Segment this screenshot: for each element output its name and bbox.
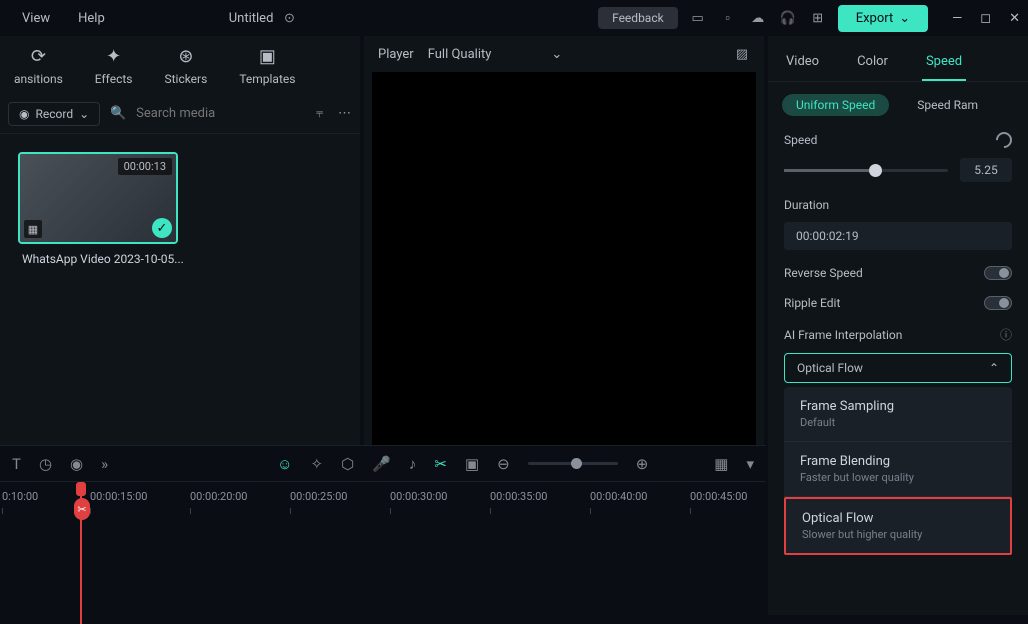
chevron-down-icon: ⌄ — [551, 47, 562, 62]
tl-tick: 00:00:30:00 — [390, 490, 447, 503]
duration-label: Duration — [784, 198, 829, 212]
tl-tick: 00:00:35:00 — [490, 490, 547, 503]
zoom-in-icon[interactable]: ⊕ — [636, 455, 649, 473]
headphones-icon[interactable]: 🎧 — [780, 10, 796, 26]
speed-value[interactable]: 5.25 — [960, 158, 1012, 182]
tab-stickers[interactable]: ⊛ Stickers — [154, 40, 217, 94]
transitions-icon: ⟳ — [26, 44, 50, 68]
tl-tick: 0:10:00 — [2, 490, 38, 503]
speed-slider[interactable] — [784, 169, 948, 172]
text-tool-icon[interactable]: T — [12, 455, 21, 473]
sparkle-tool-icon[interactable]: ✧ — [310, 455, 323, 473]
effects-icon: ✦ — [102, 44, 126, 68]
filter-icon[interactable]: ⫧ — [312, 106, 327, 122]
grid-view-icon[interactable]: ▦ — [714, 455, 728, 473]
mic-tool-icon[interactable]: 🎤 — [372, 455, 391, 473]
record-icon: ◉ — [19, 107, 29, 121]
maximize-icon[interactable]: ◻ — [980, 11, 991, 26]
cloud-sync-icon: ⊙ — [281, 10, 297, 26]
dd-option-blending[interactable]: Frame Blending Faster but lower quality — [784, 442, 1012, 497]
document-title: Untitled — [229, 11, 274, 26]
stickers-icon: ⊛ — [174, 44, 198, 68]
timeline-ruler[interactable]: 0:10:00 00:00:15:00 00:00:20:00 00:00:25… — [0, 482, 766, 514]
more-icon[interactable]: ⋯ — [337, 106, 352, 122]
reverse-speed-label: Reverse Speed — [784, 266, 863, 280]
media-item[interactable]: 00:00:13 ▦ ✓ — [18, 152, 178, 244]
cut-tool-icon[interactable]: ✂ — [434, 455, 447, 473]
search-input[interactable] — [136, 106, 302, 121]
quality-selector[interactable]: Full Quality ⌄ — [428, 47, 720, 62]
tl-tick: 00:00:40:00 — [590, 490, 647, 503]
media-name: WhatsApp Video 2023-10-05... — [18, 244, 342, 270]
help-icon[interactable]: ⓘ — [1000, 326, 1012, 343]
shield-tool-icon[interactable]: ⬡ — [341, 455, 354, 473]
tab-templates[interactable]: ▣ Templates — [229, 40, 305, 94]
tl-tick: 00:00:25:00 — [290, 490, 347, 503]
menu-help[interactable]: Help — [64, 7, 119, 30]
player-label: Player — [378, 47, 414, 62]
check-icon: ✓ — [152, 218, 172, 238]
dropdown-icon[interactable]: ▾ — [746, 455, 754, 473]
templates-icon: ▣ — [255, 44, 279, 68]
timer-tool-icon[interactable]: ◷ — [39, 455, 52, 473]
ripple-edit-toggle[interactable] — [984, 296, 1012, 310]
subtab-speed-ramp[interactable]: Speed Ram — [903, 94, 992, 116]
feedback-button[interactable]: Feedback — [598, 7, 678, 29]
chevron-up-icon: ⌃ — [989, 361, 999, 375]
ripple-edit-label: Ripple Edit — [784, 296, 840, 310]
tab-color[interactable]: Color — [853, 44, 892, 81]
tab-speed[interactable]: Speed — [922, 44, 966, 81]
cloud-icon[interactable]: ☁ — [750, 10, 766, 26]
tl-tick: 00:00:15:00 — [90, 490, 147, 503]
menu-view[interactable]: View — [8, 7, 64, 30]
ai-frame-label: AI Frame Interpolation — [784, 328, 902, 342]
tab-video[interactable]: Video — [782, 44, 823, 81]
chevron-down-icon: ⌄ — [79, 107, 89, 121]
ai-frame-dropdown[interactable]: Optical Flow ⌃ — [784, 353, 1012, 383]
zoom-slider[interactable] — [528, 462, 618, 465]
palette-tool-icon[interactable]: ◉ — [70, 455, 83, 473]
snapshot-icon[interactable]: ▨ — [734, 46, 750, 62]
close-icon[interactable]: ✕ — [1009, 11, 1020, 26]
music-tool-icon[interactable]: ♪ — [409, 455, 417, 473]
dd-option-optical[interactable]: Optical Flow Slower but higher quality — [784, 497, 1012, 555]
zoom-out-icon[interactable]: ⊖ — [497, 455, 510, 473]
cut-marker-icon[interactable]: ✂ — [74, 498, 90, 520]
reset-icon[interactable] — [993, 129, 1016, 152]
speed-label: Speed — [784, 133, 817, 147]
chevron-down-icon: ⌄ — [899, 11, 910, 26]
film-icon: ▦ — [24, 220, 42, 238]
record-button[interactable]: ◉ Record ⌄ — [8, 102, 100, 126]
tl-tick: 00:00:45:00 — [690, 490, 747, 503]
crop-tool-icon[interactable]: ▣ — [465, 455, 479, 473]
more-tool-icon[interactable]: » — [101, 455, 108, 473]
tab-effects[interactable]: ✦ Effects — [85, 40, 143, 94]
save-icon[interactable]: ▫ — [720, 10, 736, 26]
monitor-icon[interactable]: ▭ — [690, 10, 706, 26]
tl-tick: 00:00:20:00 — [190, 490, 247, 503]
dd-option-sampling[interactable]: Frame Sampling Default — [784, 387, 1012, 442]
subtab-uniform-speed[interactable]: Uniform Speed — [782, 94, 889, 116]
reverse-speed-toggle[interactable] — [984, 266, 1012, 280]
search-icon: 🔍 — [110, 106, 126, 122]
qr-icon[interactable]: ⊞ — [810, 10, 826, 26]
media-duration: 00:00:13 — [118, 158, 172, 175]
face-tool-icon[interactable]: ☺ — [277, 455, 292, 473]
duration-input[interactable]: 00:00:02:19 — [784, 222, 1012, 250]
tab-transitions[interactable]: ⟳ ansitions — [4, 40, 73, 94]
minimize-icon[interactable]: — — [952, 11, 962, 26]
export-button[interactable]: Export ⌄ — [838, 5, 928, 32]
